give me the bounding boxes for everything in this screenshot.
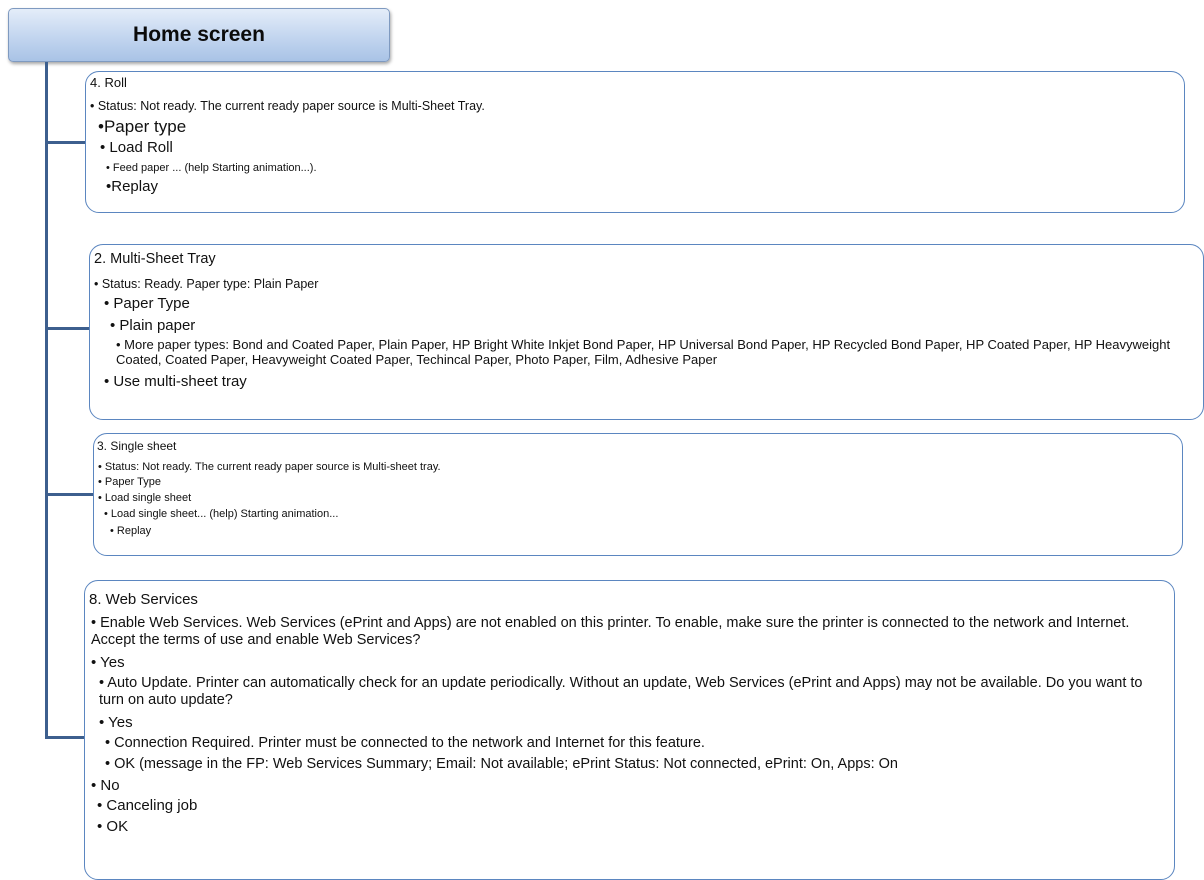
web-no: • No — [91, 777, 120, 794]
single-load-single-sheet: • Load single sheet — [98, 492, 192, 504]
single-load-help: • Load single sheet... (help) Starting a… — [104, 508, 339, 520]
roll-title: 4. Roll — [90, 75, 127, 90]
multi-use-tray: • Use multi-sheet tray — [104, 373, 247, 390]
multi-status: • Status: Ready. Paper type: Plain Paper — [94, 277, 319, 291]
branch-connector-single-sheet — [45, 493, 93, 496]
multi-title: 2. Multi-Sheet Tray — [94, 251, 216, 267]
web-ok-message: • OK (message in the FP: Web Services Su… — [105, 756, 898, 772]
roll-feed-paper: • Feed paper ... (help Starting animatio… — [106, 162, 317, 174]
single-paper-type: • Paper Type — [98, 476, 161, 488]
roll-replay: •Replay — [106, 178, 158, 195]
single-replay: • Replay — [110, 525, 152, 537]
roll-status: • Status: Not ready. The current ready p… — [90, 99, 485, 113]
branch-connector-web-services — [45, 736, 85, 739]
web-auto-update: • Auto Update. Printer can automatically… — [99, 675, 1143, 708]
roll-paper-type: •Paper type — [98, 117, 187, 136]
single-title: 3. Single sheet — [97, 439, 177, 453]
web-enable: • Enable Web Services. Web Services (ePr… — [91, 615, 1130, 648]
web-services-node: 8. Web Services • Enable Web Services. W… — [84, 580, 1175, 880]
tree-trunk-connector — [45, 62, 48, 738]
home-screen-header: Home screen — [8, 8, 390, 62]
web-ok: • OK — [97, 818, 129, 835]
multi-sheet-tray-node: 2. Multi-Sheet Tray • Status: Ready. Pap… — [89, 244, 1204, 420]
home-screen-title: Home screen — [133, 23, 265, 46]
single-sheet-node: 3. Single sheet • Status: Not ready. The… — [93, 433, 1183, 556]
multi-more-paper-types: • More paper types: Bond and Coated Pape… — [116, 337, 1171, 367]
web-yes-1: • Yes — [91, 654, 125, 671]
multi-plain-paper: • Plain paper — [110, 317, 196, 334]
web-canceling-job: • Canceling job — [97, 797, 198, 814]
roll-node: 4. Roll • Status: Not ready. The current… — [85, 71, 1185, 213]
single-status: • Status: Not ready. The current ready p… — [98, 461, 441, 473]
branch-connector-roll — [45, 141, 86, 144]
multi-paper-type: • Paper Type — [104, 295, 190, 312]
web-yes-2: • Yes — [99, 714, 133, 731]
web-title: 8. Web Services — [89, 591, 198, 608]
branch-connector-multi-sheet — [45, 327, 89, 330]
web-connection-required: • Connection Required. Printer must be c… — [105, 735, 705, 751]
roll-load-roll: • Load Roll — [100, 139, 173, 156]
